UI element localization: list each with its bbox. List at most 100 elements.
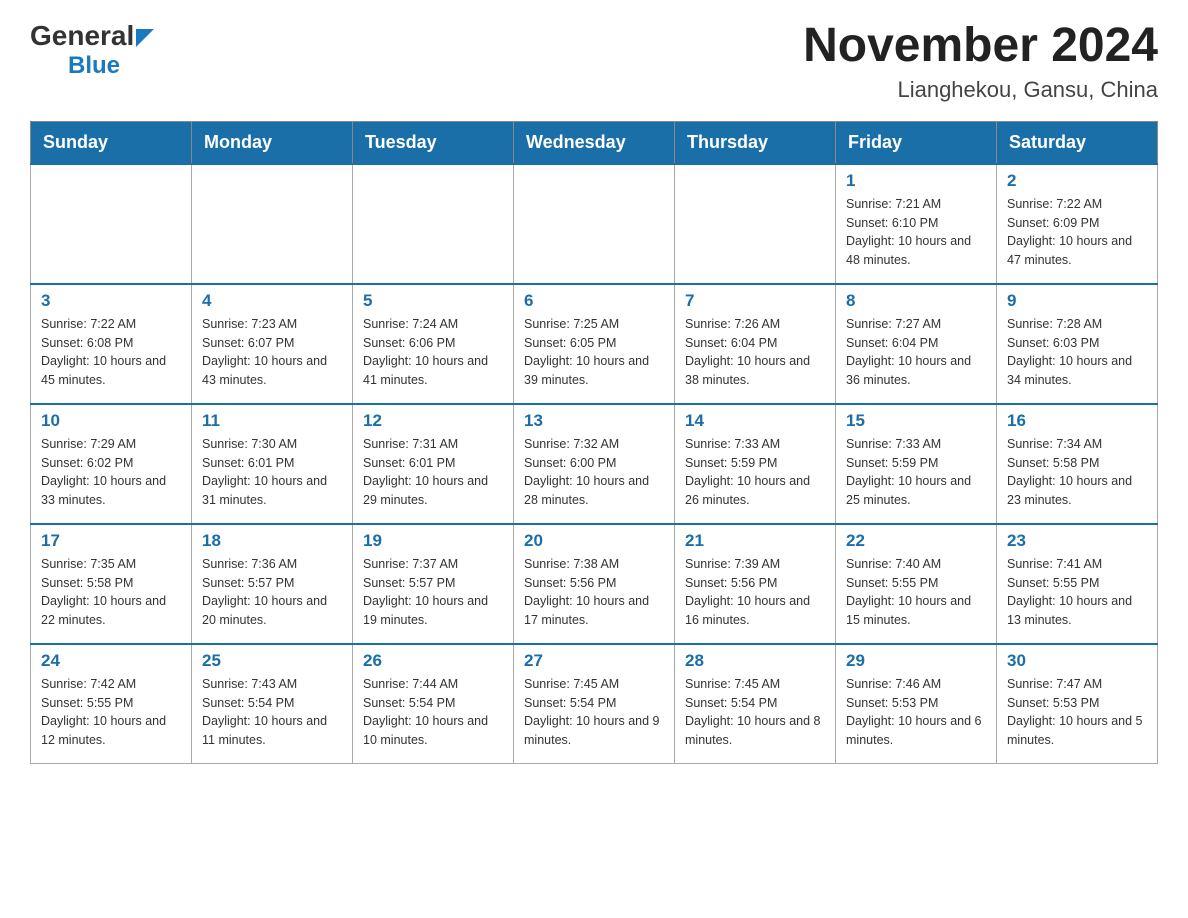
day-number: 22 xyxy=(846,531,986,551)
logo-general-text: General xyxy=(30,20,134,52)
weekday-header-sunday: Sunday xyxy=(31,121,192,164)
calendar-cell: 8 Sunrise: 7:27 AM Sunset: 6:04 PM Daylig… xyxy=(836,284,997,404)
day-info: Sunrise: 7:34 AM Sunset: 5:58 PM Dayligh… xyxy=(1007,435,1147,510)
calendar-cell: 9Sunrise: 7:28 AM Sunset: 6:03 PM Daylig… xyxy=(997,284,1158,404)
calendar-cell: 14 Sunrise: 7:33 AM Sunset: 5:59 PM Dayli… xyxy=(675,404,836,524)
calendar-cell: 25 Sunrise: 7:43 AM Sunset: 5:54 PM Dayli… xyxy=(192,644,353,764)
calendar-cell: 16Sunrise: 7:34 AM Sunset: 5:58 PM Dayli… xyxy=(997,404,1158,524)
day-info: Sunrise: 7:36 AM Sunset: 5:57 PM Dayligh… xyxy=(202,555,342,630)
day-info: Sunrise: 7:39 AM Sunset: 5:56 PM Dayligh… xyxy=(685,555,825,630)
day-number: 21 xyxy=(685,531,825,551)
calendar-cell: 20 Sunrise: 7:38 AM Sunset: 5:56 PM Dayli… xyxy=(514,524,675,644)
calendar-cell: 23 Sunrise: 7:41 AM Sunset: 5:55 PM Dayli… xyxy=(997,524,1158,644)
day-number: 10 xyxy=(41,411,181,431)
day-number: 17 xyxy=(41,531,181,551)
calendar-cell: 10 Sunrise: 7:29 AM Sunset: 6:02 PM Dayli… xyxy=(31,404,192,524)
calendar-cell: 17 Sunrise: 7:35 AM Sunset: 5:58 PM Dayli… xyxy=(31,524,192,644)
day-number: 3 xyxy=(41,291,181,311)
calendar-cell: 18 Sunrise: 7:36 AM Sunset: 5:57 PM Dayli… xyxy=(192,524,353,644)
weekday-header-friday: Friday xyxy=(836,121,997,164)
calendar-subtitle: Lianghekou, Gansu, China xyxy=(803,77,1158,103)
week-row-4: 17 Sunrise: 7:35 AM Sunset: 5:58 PM Dayli… xyxy=(31,524,1158,644)
day-info: Sunrise: 7:33 AM Sunset: 5:59 PM Dayligh… xyxy=(685,435,825,510)
day-number: 13 xyxy=(524,411,664,431)
calendar-cell: 12 Sunrise: 7:31 AM Sunset: 6:01 PM Dayli… xyxy=(353,404,514,524)
day-info: Sunrise: 7:45 AM Sunset: 5:54 PM Dayligh… xyxy=(524,675,664,750)
calendar-cell: 5Sunrise: 7:24 AM Sunset: 6:06 PM Daylig… xyxy=(353,284,514,404)
day-info: Sunrise: 7:43 AM Sunset: 5:54 PM Dayligh… xyxy=(202,675,342,750)
day-number: 29 xyxy=(846,651,986,671)
day-info: Sunrise: 7:31 AM Sunset: 6:01 PM Dayligh… xyxy=(363,435,503,510)
day-number: 20 xyxy=(524,531,664,551)
day-info: Sunrise: 7:26 AM Sunset: 6:04 PM Dayligh… xyxy=(685,315,825,390)
calendar-cell: 21 Sunrise: 7:39 AM Sunset: 5:56 PM Dayli… xyxy=(675,524,836,644)
day-info: Sunrise: 7:42 AM Sunset: 5:55 PM Dayligh… xyxy=(41,675,181,750)
day-info: Sunrise: 7:27 AM Sunset: 6:04 PM Dayligh… xyxy=(846,315,986,390)
weekday-header-wednesday: Wednesday xyxy=(514,121,675,164)
day-info: Sunrise: 7:44 AM Sunset: 5:54 PM Dayligh… xyxy=(363,675,503,750)
day-info: Sunrise: 7:47 AM Sunset: 5:53 PM Dayligh… xyxy=(1007,675,1147,750)
calendar-title-block: November 2024 Lianghekou, Gansu, China xyxy=(803,20,1158,103)
calendar-cell: 22 Sunrise: 7:40 AM Sunset: 5:55 PM Dayli… xyxy=(836,524,997,644)
day-info: Sunrise: 7:30 AM Sunset: 6:01 PM Dayligh… xyxy=(202,435,342,510)
calendar-cell: 24 Sunrise: 7:42 AM Sunset: 5:55 PM Dayli… xyxy=(31,644,192,764)
day-number: 30 xyxy=(1007,651,1147,671)
day-number: 24 xyxy=(41,651,181,671)
day-info: Sunrise: 7:21 AM Sunset: 6:10 PM Dayligh… xyxy=(846,195,986,270)
day-number: 18 xyxy=(202,531,342,551)
calendar-cell xyxy=(192,164,353,284)
logo-arrow-icon xyxy=(136,29,154,47)
calendar-cell xyxy=(514,164,675,284)
calendar-cell: 1 Sunrise: 7:21 AM Sunset: 6:10 PM Daylig… xyxy=(836,164,997,284)
logo: General Blue xyxy=(30,20,154,80)
calendar-table: SundayMondayTuesdayWednesdayThursdayFrid… xyxy=(30,121,1158,765)
logo-blue-text: Blue xyxy=(68,52,120,80)
calendar-cell: 4 Sunrise: 7:23 AM Sunset: 6:07 PM Daylig… xyxy=(192,284,353,404)
day-info: Sunrise: 7:45 AM Sunset: 5:54 PM Dayligh… xyxy=(685,675,825,750)
day-info: Sunrise: 7:32 AM Sunset: 6:00 PM Dayligh… xyxy=(524,435,664,510)
day-info: Sunrise: 7:29 AM Sunset: 6:02 PM Dayligh… xyxy=(41,435,181,510)
calendar-cell xyxy=(31,164,192,284)
day-number: 7 xyxy=(685,291,825,311)
day-number: 1 xyxy=(846,171,986,191)
day-info: Sunrise: 7:28 AM Sunset: 6:03 PM Dayligh… xyxy=(1007,315,1147,390)
day-number: 12 xyxy=(363,411,503,431)
day-number: 26 xyxy=(363,651,503,671)
day-info: Sunrise: 7:38 AM Sunset: 5:56 PM Dayligh… xyxy=(524,555,664,630)
day-number: 11 xyxy=(202,411,342,431)
week-row-2: 3 Sunrise: 7:22 AM Sunset: 6:08 PM Daylig… xyxy=(31,284,1158,404)
weekday-header-tuesday: Tuesday xyxy=(353,121,514,164)
weekday-header-monday: Monday xyxy=(192,121,353,164)
day-info: Sunrise: 7:33 AM Sunset: 5:59 PM Dayligh… xyxy=(846,435,986,510)
day-info: Sunrise: 7:24 AM Sunset: 6:06 PM Dayligh… xyxy=(363,315,503,390)
day-info: Sunrise: 7:22 AM Sunset: 6:08 PM Dayligh… xyxy=(41,315,181,390)
calendar-cell: 30 Sunrise: 7:47 AM Sunset: 5:53 PM Dayli… xyxy=(997,644,1158,764)
day-number: 4 xyxy=(202,291,342,311)
weekday-header-thursday: Thursday xyxy=(675,121,836,164)
day-info: Sunrise: 7:40 AM Sunset: 5:55 PM Dayligh… xyxy=(846,555,986,630)
day-info: Sunrise: 7:46 AM Sunset: 5:53 PM Dayligh… xyxy=(846,675,986,750)
day-number: 23 xyxy=(1007,531,1147,551)
calendar-cell: 19Sunrise: 7:37 AM Sunset: 5:57 PM Dayli… xyxy=(353,524,514,644)
weekday-header-row: SundayMondayTuesdayWednesdayThursdayFrid… xyxy=(31,121,1158,164)
calendar-cell: 2 Sunrise: 7:22 AM Sunset: 6:09 PM Daylig… xyxy=(997,164,1158,284)
day-number: 6 xyxy=(524,291,664,311)
day-number: 28 xyxy=(685,651,825,671)
day-number: 14 xyxy=(685,411,825,431)
day-info: Sunrise: 7:35 AM Sunset: 5:58 PM Dayligh… xyxy=(41,555,181,630)
day-info: Sunrise: 7:41 AM Sunset: 5:55 PM Dayligh… xyxy=(1007,555,1147,630)
calendar-cell: 11 Sunrise: 7:30 AM Sunset: 6:01 PM Dayli… xyxy=(192,404,353,524)
calendar-cell xyxy=(353,164,514,284)
day-number: 2 xyxy=(1007,171,1147,191)
weekday-header-saturday: Saturday xyxy=(997,121,1158,164)
day-number: 8 xyxy=(846,291,986,311)
day-number: 25 xyxy=(202,651,342,671)
calendar-cell: 27Sunrise: 7:45 AM Sunset: 5:54 PM Dayli… xyxy=(514,644,675,764)
day-info: Sunrise: 7:25 AM Sunset: 6:05 PM Dayligh… xyxy=(524,315,664,390)
day-info: Sunrise: 7:23 AM Sunset: 6:07 PM Dayligh… xyxy=(202,315,342,390)
day-info: Sunrise: 7:22 AM Sunset: 6:09 PM Dayligh… xyxy=(1007,195,1147,270)
calendar-cell xyxy=(675,164,836,284)
calendar-cell: 15Sunrise: 7:33 AM Sunset: 5:59 PM Dayli… xyxy=(836,404,997,524)
week-row-5: 24 Sunrise: 7:42 AM Sunset: 5:55 PM Dayli… xyxy=(31,644,1158,764)
calendar-cell: 3 Sunrise: 7:22 AM Sunset: 6:08 PM Daylig… xyxy=(31,284,192,404)
